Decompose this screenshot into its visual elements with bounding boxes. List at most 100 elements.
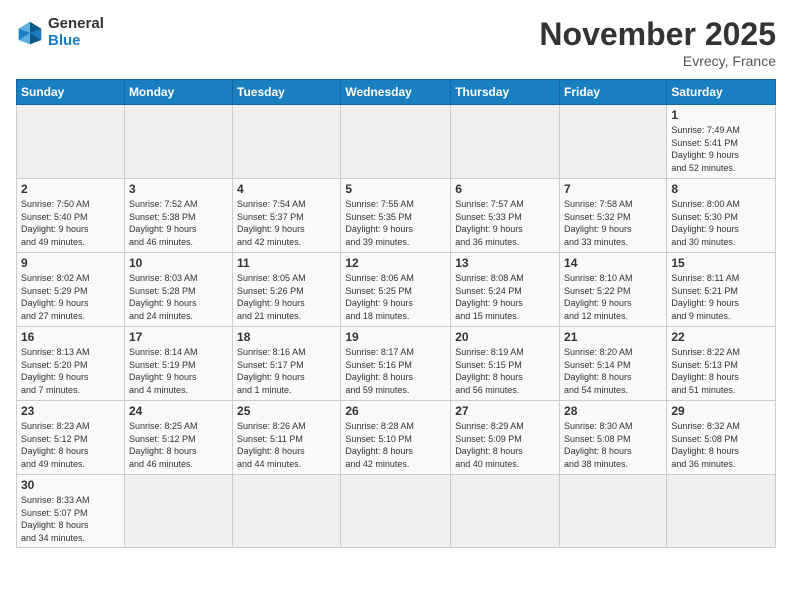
calendar-cell [341, 475, 451, 548]
day-number: 21 [564, 330, 662, 344]
day-info: Sunrise: 7:55 AM Sunset: 5:35 PM Dayligh… [345, 198, 446, 248]
location: Evrecy, France [539, 53, 776, 69]
calendar-cell: 1 Sunrise: 7:49 AM Sunset: 5:41 PM Daylig… [667, 105, 776, 179]
day-info: Sunrise: 8:13 AM Sunset: 5:20 PM Dayligh… [21, 346, 120, 396]
day-info: Sunrise: 8:23 AM Sunset: 5:12 PM Dayligh… [21, 420, 120, 470]
day-number: 16 [21, 330, 120, 344]
calendar-cell: 19Sunrise: 8:17 AM Sunset: 5:16 PM Dayli… [341, 327, 451, 401]
day-info: Sunrise: 7:58 AM Sunset: 5:32 PM Dayligh… [564, 198, 662, 248]
day-info: Sunrise: 7:49 AM Sunset: 5:41 PM Dayligh… [671, 124, 771, 174]
header-sunday: Sunday [17, 80, 125, 105]
day-info: Sunrise: 8:11 AM Sunset: 5:21 PM Dayligh… [671, 272, 771, 322]
day-number: 2 [21, 182, 120, 196]
day-info: Sunrise: 7:50 AM Sunset: 5:40 PM Dayligh… [21, 198, 120, 248]
day-info: Sunrise: 8:16 AM Sunset: 5:17 PM Dayligh… [237, 346, 336, 396]
header-saturday: Saturday [667, 80, 776, 105]
day-info: Sunrise: 8:08 AM Sunset: 5:24 PM Dayligh… [455, 272, 555, 322]
calendar-cell: 6 Sunrise: 7:57 AM Sunset: 5:33 PM Daylig… [451, 179, 560, 253]
day-info: Sunrise: 7:57 AM Sunset: 5:33 PM Dayligh… [455, 198, 555, 248]
day-number: 5 [345, 182, 446, 196]
calendar-cell: 26 Sunrise: 8:28 AM Sunset: 5:10 PM Dayli… [341, 401, 451, 475]
day-number: 13 [455, 256, 555, 270]
calendar-cell: 12Sunrise: 8:06 AM Sunset: 5:25 PM Dayli… [341, 253, 451, 327]
day-number: 3 [129, 182, 228, 196]
calendar-cell: 8 Sunrise: 8:00 AM Sunset: 5:30 PM Daylig… [667, 179, 776, 253]
month-title: November 2025 [539, 16, 776, 53]
calendar-cell: 23Sunrise: 8:23 AM Sunset: 5:12 PM Dayli… [17, 401, 125, 475]
day-info: Sunrise: 8:20 AM Sunset: 5:14 PM Dayligh… [564, 346, 662, 396]
day-number: 28 [564, 404, 662, 418]
day-info: Sunrise: 8:14 AM Sunset: 5:19 PM Dayligh… [129, 346, 228, 396]
logo-text: General Blue [48, 16, 104, 49]
day-info: Sunrise: 8:25 AM Sunset: 5:12 PM Dayligh… [129, 420, 228, 470]
day-number: 8 [671, 182, 771, 196]
day-info: Sunrise: 8:28 AM Sunset: 5:10 PM Dayligh… [345, 420, 446, 470]
day-info: Sunrise: 8:02 AM Sunset: 5:29 PM Dayligh… [21, 272, 120, 322]
calendar-cell [17, 105, 125, 179]
day-number: 26 [345, 404, 446, 418]
calendar-row-3: 9 Sunrise: 8:02 AM Sunset: 5:29 PM Daylig… [17, 253, 776, 327]
calendar-cell: 22 Sunrise: 8:22 AM Sunset: 5:13 PM Dayli… [667, 327, 776, 401]
calendar-cell [560, 105, 667, 179]
header-tuesday: Tuesday [233, 80, 341, 105]
day-number: 9 [21, 256, 120, 270]
calendar-cell: 3 Sunrise: 7:52 AM Sunset: 5:38 PM Daylig… [124, 179, 232, 253]
calendar-cell [124, 475, 232, 548]
day-number: 20 [455, 330, 555, 344]
calendar: Sunday Monday Tuesday Wednesday Thursday… [16, 79, 776, 548]
header: General Blue November 2025 Evrecy, Franc… [16, 16, 776, 69]
day-info: Sunrise: 7:52 AM Sunset: 5:38 PM Dayligh… [129, 198, 228, 248]
calendar-cell: 18Sunrise: 8:16 AM Sunset: 5:17 PM Dayli… [233, 327, 341, 401]
calendar-cell [667, 475, 776, 548]
calendar-cell: 25 Sunrise: 8:26 AM Sunset: 5:11 PM Dayli… [233, 401, 341, 475]
calendar-cell [451, 475, 560, 548]
day-number: 11 [237, 256, 336, 270]
calendar-row-6: 30Sunrise: 8:33 AM Sunset: 5:07 PM Dayli… [17, 475, 776, 548]
day-number: 14 [564, 256, 662, 270]
calendar-cell: 24Sunrise: 8:25 AM Sunset: 5:12 PM Dayli… [124, 401, 232, 475]
day-info: Sunrise: 8:33 AM Sunset: 5:07 PM Dayligh… [21, 494, 120, 544]
day-number: 15 [671, 256, 771, 270]
logo: General Blue [16, 16, 104, 49]
day-number: 25 [237, 404, 336, 418]
calendar-cell: 9 Sunrise: 8:02 AM Sunset: 5:29 PM Daylig… [17, 253, 125, 327]
header-friday: Friday [560, 80, 667, 105]
day-number: 12 [345, 256, 446, 270]
calendar-cell [451, 105, 560, 179]
calendar-cell: 7 Sunrise: 7:58 AM Sunset: 5:32 PM Daylig… [560, 179, 667, 253]
calendar-cell [560, 475, 667, 548]
header-wednesday: Wednesday [341, 80, 451, 105]
calendar-cell: 2 Sunrise: 7:50 AM Sunset: 5:40 PM Daylig… [17, 179, 125, 253]
calendar-cell: 29Sunrise: 8:32 AM Sunset: 5:08 PM Dayli… [667, 401, 776, 475]
day-number: 10 [129, 256, 228, 270]
day-number: 6 [455, 182, 555, 196]
day-number: 22 [671, 330, 771, 344]
day-number: 4 [237, 182, 336, 196]
calendar-cell: 10Sunrise: 8:03 AM Sunset: 5:28 PM Dayli… [124, 253, 232, 327]
calendar-cell [124, 105, 232, 179]
calendar-cell: 13 Sunrise: 8:08 AM Sunset: 5:24 PM Dayli… [451, 253, 560, 327]
calendar-cell: 21 Sunrise: 8:20 AM Sunset: 5:14 PM Dayli… [560, 327, 667, 401]
calendar-cell: 30Sunrise: 8:33 AM Sunset: 5:07 PM Dayli… [17, 475, 125, 548]
calendar-cell: 4 Sunrise: 7:54 AM Sunset: 5:37 PM Daylig… [233, 179, 341, 253]
day-number: 17 [129, 330, 228, 344]
day-info: Sunrise: 8:22 AM Sunset: 5:13 PM Dayligh… [671, 346, 771, 396]
day-info: Sunrise: 7:54 AM Sunset: 5:37 PM Dayligh… [237, 198, 336, 248]
day-info: Sunrise: 8:00 AM Sunset: 5:30 PM Dayligh… [671, 198, 771, 248]
calendar-row-5: 23Sunrise: 8:23 AM Sunset: 5:12 PM Dayli… [17, 401, 776, 475]
day-info: Sunrise: 8:19 AM Sunset: 5:15 PM Dayligh… [455, 346, 555, 396]
calendar-row-2: 2 Sunrise: 7:50 AM Sunset: 5:40 PM Daylig… [17, 179, 776, 253]
header-thursday: Thursday [451, 80, 560, 105]
logo-icon [16, 19, 44, 47]
calendar-cell [233, 105, 341, 179]
day-number: 7 [564, 182, 662, 196]
calendar-cell: 14Sunrise: 8:10 AM Sunset: 5:22 PM Dayli… [560, 253, 667, 327]
day-info: Sunrise: 8:26 AM Sunset: 5:11 PM Dayligh… [237, 420, 336, 470]
day-number: 1 [671, 108, 771, 122]
calendar-cell [341, 105, 451, 179]
title-block: November 2025 Evrecy, France [539, 16, 776, 69]
day-number: 29 [671, 404, 771, 418]
day-info: Sunrise: 8:29 AM Sunset: 5:09 PM Dayligh… [455, 420, 555, 470]
calendar-row-4: 16 Sunrise: 8:13 AM Sunset: 5:20 PM Dayli… [17, 327, 776, 401]
calendar-cell: 17 Sunrise: 8:14 AM Sunset: 5:19 PM Dayli… [124, 327, 232, 401]
